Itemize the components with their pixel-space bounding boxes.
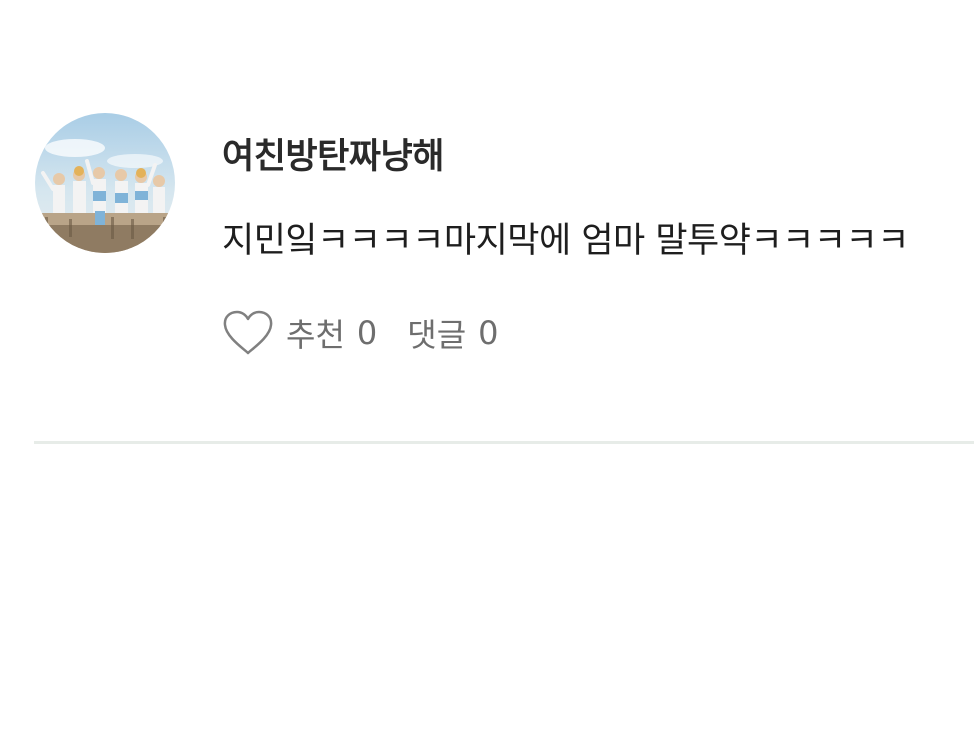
comment-text: 지민잌ㅋㅋㅋㅋ마지막에 엄마 말투약ㅋㅋㅋㅋㅋ xyxy=(222,221,909,261)
heart-outline-icon xyxy=(222,309,274,357)
reply-label: 댓글 xyxy=(407,316,467,354)
divider xyxy=(34,441,974,444)
comment-actions: 추천 0 댓글 0 xyxy=(222,306,499,360)
like-button[interactable]: 추천 0 xyxy=(222,309,377,357)
like-label: 추천 xyxy=(286,316,345,354)
comment-author[interactable]: 여친방탄짜냥해 xyxy=(222,128,444,179)
avatar[interactable] xyxy=(35,113,175,253)
like-count: 0 xyxy=(356,314,378,352)
reply-count: 0 xyxy=(478,314,499,352)
avatar-image xyxy=(35,113,175,253)
reply-button[interactable]: 댓글 0 xyxy=(407,310,498,356)
comment-item: 여친방탄짜냥해 지민잌ㅋㅋㅋㅋ마지막에 엄마 말투약ㅋㅋㅋㅋㅋ 추천 0 댓글 … xyxy=(0,0,974,445)
